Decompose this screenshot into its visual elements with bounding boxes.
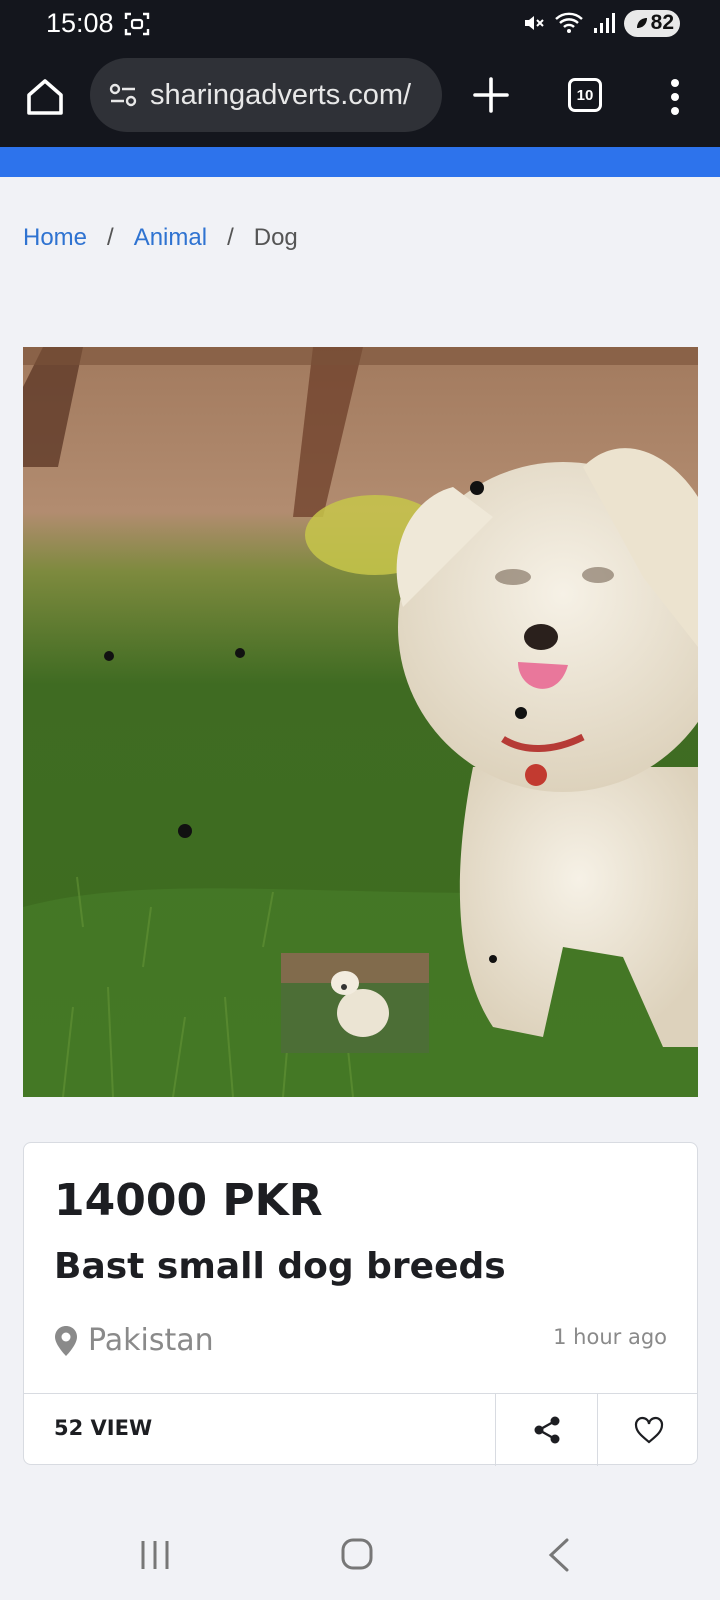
location-pin-icon <box>55 1325 77 1356</box>
share-button[interactable] <box>495 1394 597 1466</box>
breadcrumb-separator: / <box>107 224 114 251</box>
screenshot-icon <box>124 12 150 36</box>
listing-photo[interactable] <box>23 347 698 1097</box>
recent-apps-icon[interactable] <box>138 1538 172 1572</box>
posted-time: 1 hour ago <box>553 1325 667 1349</box>
home-icon[interactable] <box>22 74 68 120</box>
card-footer: 52 VIEW <box>24 1393 699 1466</box>
location-text: Pakistan <box>88 1323 214 1358</box>
home-circle-icon[interactable] <box>340 1535 374 1573</box>
battery-level: 82 <box>650 11 674 34</box>
browser-toolbar: sharingadverts.com/ 10 <box>0 46 720 147</box>
dog-photo <box>23 347 698 1097</box>
status-time: 15:08 <box>46 8 114 38</box>
battery-saver-icon <box>636 18 647 28</box>
url-bar[interactable]: sharingadverts.com/ <box>90 58 442 132</box>
thumbnail-overlay <box>281 953 429 1053</box>
view-count: 52 VIEW <box>54 1416 153 1440</box>
mute-icon <box>525 16 544 30</box>
more-vert-icon[interactable] <box>660 74 690 120</box>
plus-icon[interactable] <box>470 74 512 116</box>
status-bar: 15:08 82 <box>0 0 720 46</box>
signal-icon <box>594 13 615 33</box>
share-icon <box>534 1416 559 1444</box>
back-icon[interactable] <box>545 1536 573 1574</box>
tab-switcher-button[interactable]: 10 <box>568 78 602 112</box>
page-header-band <box>0 147 720 177</box>
breadcrumb-current: Dog <box>253 224 298 251</box>
breadcrumb-home[interactable]: Home <box>23 224 87 252</box>
system-nav-bar <box>0 1510 720 1600</box>
tab-count: 10 <box>576 86 594 104</box>
wifi-icon <box>555 12 583 33</box>
url-text: sharingadverts.com/ <box>150 78 412 111</box>
listing-card: 14000 PKR Bast small dog breeds Pakistan… <box>23 1142 699 1466</box>
favorite-button[interactable] <box>597 1394 699 1466</box>
breadcrumb: Home / Animal / Dog <box>23 224 298 252</box>
listing-location: Pakistan <box>54 1323 214 1358</box>
listing-price: 14000 PKR <box>54 1175 323 1226</box>
breadcrumb-separator: / <box>227 224 234 251</box>
battery-indicator: 82 <box>624 9 680 37</box>
site-settings-icon[interactable] <box>108 80 138 110</box>
heart-icon <box>634 1416 663 1444</box>
breadcrumb-animal[interactable]: Animal <box>134 224 207 252</box>
listing-title[interactable]: Bast small dog breeds <box>54 1246 506 1287</box>
